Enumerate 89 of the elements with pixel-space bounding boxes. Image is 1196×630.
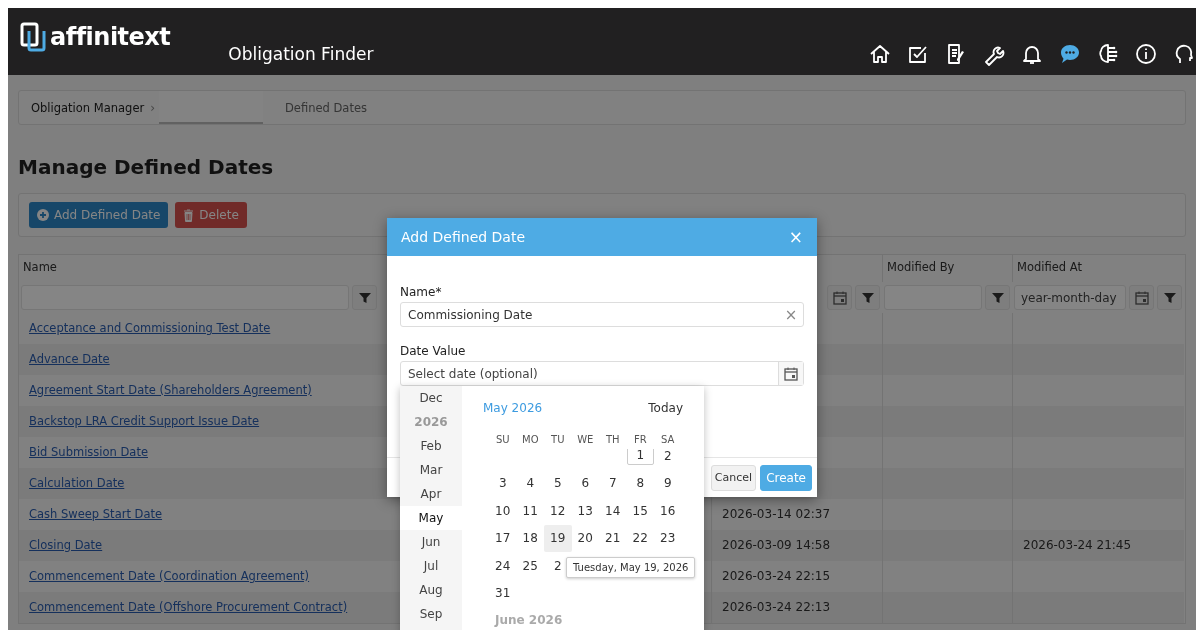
day-cell[interactable]: 15 bbox=[626, 497, 654, 525]
day-cell[interactable]: 2 bbox=[654, 449, 682, 470]
weekday-label: TH bbox=[604, 433, 621, 445]
month-item[interactable]: May bbox=[400, 506, 462, 530]
column-header[interactable]: Name bbox=[23, 260, 57, 274]
month-item[interactable]: Dec bbox=[400, 386, 462, 410]
filter-field[interactable]: year-month-day bbox=[1014, 285, 1126, 310]
filter-button[interactable] bbox=[855, 285, 880, 310]
day-cell[interactable]: 23 bbox=[654, 524, 682, 552]
page-title: Manage Defined Dates bbox=[18, 155, 275, 179]
trash-icon bbox=[183, 208, 195, 222]
next-month-title: June 2026 bbox=[495, 613, 564, 627]
calendar-month-title: May 2026 bbox=[483, 400, 543, 415]
logo-text: affinitext bbox=[50, 23, 171, 51]
day-cell[interactable]: 5 bbox=[544, 469, 572, 497]
month-item[interactable]: Apr bbox=[400, 482, 462, 506]
plus-circle-icon bbox=[37, 209, 49, 221]
month-item[interactable]: Jun bbox=[400, 530, 462, 554]
table-cell: 2026-03-09 14:58 bbox=[711, 530, 882, 561]
breadcrumb-link[interactable]: Obligation Manager bbox=[31, 100, 145, 115]
breadcrumb-separator: › bbox=[150, 100, 155, 115]
app-title: Obligation Finder bbox=[228, 44, 374, 64]
today-button[interactable]: Today bbox=[648, 400, 683, 415]
day-cell[interactable]: 11 bbox=[516, 497, 544, 525]
date-input[interactable]: Select date (optional) bbox=[408, 366, 778, 381]
filter-icon bbox=[990, 290, 1005, 305]
filter-button[interactable] bbox=[352, 285, 377, 310]
day-cell[interactable]: 9 bbox=[654, 469, 682, 497]
month-item[interactable]: Sep bbox=[400, 602, 462, 626]
clear-button[interactable]: × bbox=[779, 305, 803, 324]
day-cell[interactable]: 14 bbox=[599, 497, 627, 525]
weekday-label: SA bbox=[660, 433, 676, 445]
calendar-icon bbox=[783, 365, 799, 382]
day-cell[interactable]: 1 bbox=[626, 449, 654, 465]
day-cell[interactable]: 13 bbox=[571, 497, 599, 525]
logo-icon bbox=[20, 22, 46, 52]
filter-button[interactable] bbox=[985, 285, 1010, 310]
day-cell[interactable]: 7 bbox=[599, 469, 627, 497]
filter-icon bbox=[1162, 290, 1177, 305]
cancel-button[interactable]: Cancel bbox=[710, 464, 757, 491]
weekday-label: FR bbox=[632, 433, 648, 445]
month-item[interactable]: Jul bbox=[400, 554, 462, 578]
home-icon[interactable] bbox=[868, 42, 892, 66]
field-label: Date Value bbox=[400, 344, 467, 358]
day-cell[interactable]: 25 bbox=[516, 552, 544, 580]
input-field[interactable]: Commissioning Date × bbox=[400, 302, 804, 327]
month-item[interactable]: Aug bbox=[400, 578, 462, 602]
month-item[interactable]: Mar bbox=[400, 458, 462, 482]
dialog-title: Add Defined Date bbox=[401, 229, 526, 245]
calendar-button[interactable] bbox=[1129, 285, 1154, 310]
day-cell[interactable]: 22 bbox=[626, 524, 654, 552]
calendar-icon bbox=[831, 289, 848, 306]
day-cell[interactable]: 19 bbox=[544, 524, 572, 552]
table-cell: 2026-03-24 21:45 bbox=[1012, 530, 1184, 561]
weekday-label: WE bbox=[576, 433, 595, 445]
weekday-label: TU bbox=[550, 433, 566, 445]
day-cell[interactable]: 3 bbox=[489, 469, 517, 497]
calendar-button[interactable] bbox=[827, 285, 852, 310]
weekday-label: MO bbox=[521, 433, 540, 445]
month-item[interactable]: Feb bbox=[400, 434, 462, 458]
day-cell[interactable]: 12 bbox=[544, 497, 572, 525]
day-cell[interactable]: 4 bbox=[516, 469, 544, 497]
day-cell[interactable]: 20 bbox=[571, 524, 599, 552]
brain-icon[interactable] bbox=[1096, 42, 1120, 66]
weekday-label: SU bbox=[494, 433, 511, 445]
day-cell[interactable]: 18 bbox=[516, 524, 544, 552]
column-header[interactable]: Modified By bbox=[887, 260, 955, 274]
info-icon[interactable] bbox=[1134, 42, 1158, 66]
chat-icon[interactable] bbox=[1058, 42, 1082, 66]
filter-button[interactable] bbox=[1157, 285, 1182, 310]
field-label: Name* bbox=[400, 285, 443, 299]
day-cell[interactable]: 17 bbox=[489, 524, 517, 552]
table-cell: 2026-03-24 22:13 bbox=[711, 592, 882, 623]
day-cell[interactable]: 31 bbox=[489, 579, 517, 607]
date-field[interactable]: Select date (optional) bbox=[400, 361, 804, 386]
day-cell[interactable]: 8 bbox=[626, 469, 654, 497]
calendar-button[interactable] bbox=[778, 362, 803, 385]
breadcrumb-current: Defined Dates bbox=[285, 100, 367, 115]
calendar-icon bbox=[1133, 289, 1150, 306]
filter-icon bbox=[357, 290, 372, 305]
text-input[interactable]: Commissioning Date bbox=[408, 307, 779, 322]
day-cell[interactable]: 16 bbox=[654, 497, 682, 525]
column-header[interactable]: Modified At bbox=[1017, 260, 1082, 274]
day-cell[interactable]: 6 bbox=[571, 469, 599, 497]
day-cell[interactable]: 10 bbox=[489, 497, 517, 525]
day-cell[interactable]: 21 bbox=[599, 524, 627, 552]
filter-icon bbox=[860, 290, 875, 305]
date-tooltip: Tuesday, May 19, 2026 bbox=[566, 557, 696, 578]
day-cell[interactable]: 24 bbox=[489, 552, 517, 580]
